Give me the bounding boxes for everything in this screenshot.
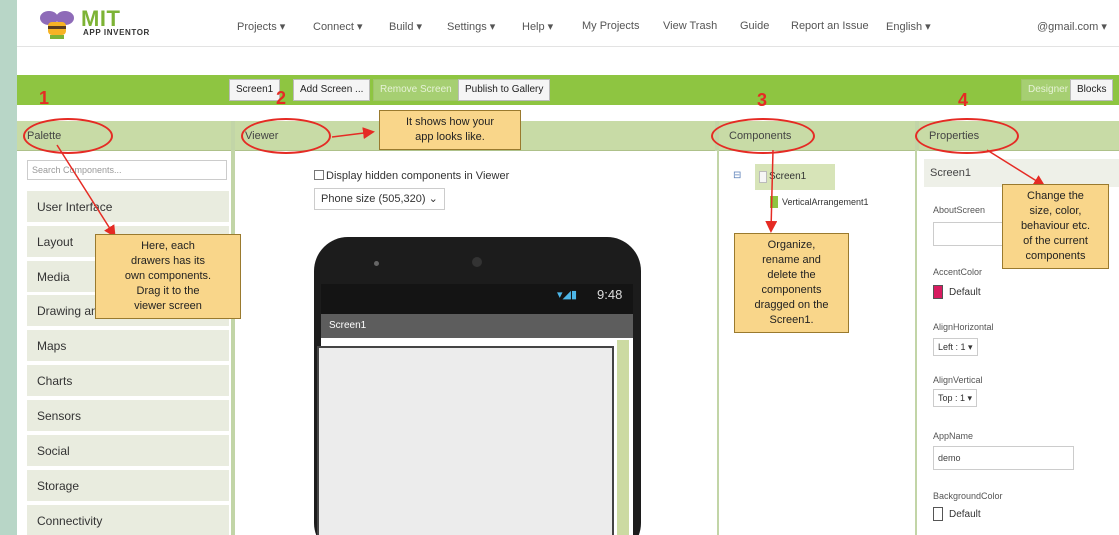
note-line: delete the	[767, 269, 816, 281]
note-line: components	[1025, 250, 1086, 262]
note-line: components	[761, 284, 822, 296]
note-line: viewer screen	[134, 300, 202, 312]
app-window: MIT APP INVENTOR Projects ▾ Connect ▾ Bu…	[17, 0, 1119, 535]
note-line: rename and	[762, 254, 821, 266]
highlight-circle-components	[711, 118, 815, 154]
note-line: Here, each	[141, 240, 195, 252]
note-line: Drag it to the	[136, 285, 200, 297]
note-viewer: It shows how your app looks like.	[379, 110, 521, 150]
note-palette: Here, each drawers has its own component…	[95, 234, 241, 319]
note-line: It shows how your	[405, 116, 495, 128]
note-line: size, color,	[1029, 205, 1082, 217]
highlight-circle-palette	[23, 118, 113, 154]
highlight-circle-properties	[915, 118, 1019, 154]
highlight-circle-viewer	[241, 118, 331, 154]
note-line: of the current	[1023, 235, 1088, 247]
note-line: own components.	[124, 270, 212, 282]
note-line: Change the	[1027, 190, 1084, 202]
note-components: Organize, rename and delete the componen…	[734, 233, 849, 333]
note-line: app looks like.	[415, 131, 485, 143]
note-line: dragged on the	[754, 299, 829, 311]
note-line: Screen1.	[769, 314, 814, 326]
note-properties: Change the size, color, behaviour etc. o…	[1002, 184, 1109, 269]
note-line: Organize,	[767, 239, 816, 251]
note-line: drawers has its	[131, 255, 205, 267]
note-line: behaviour etc.	[1020, 220, 1091, 232]
